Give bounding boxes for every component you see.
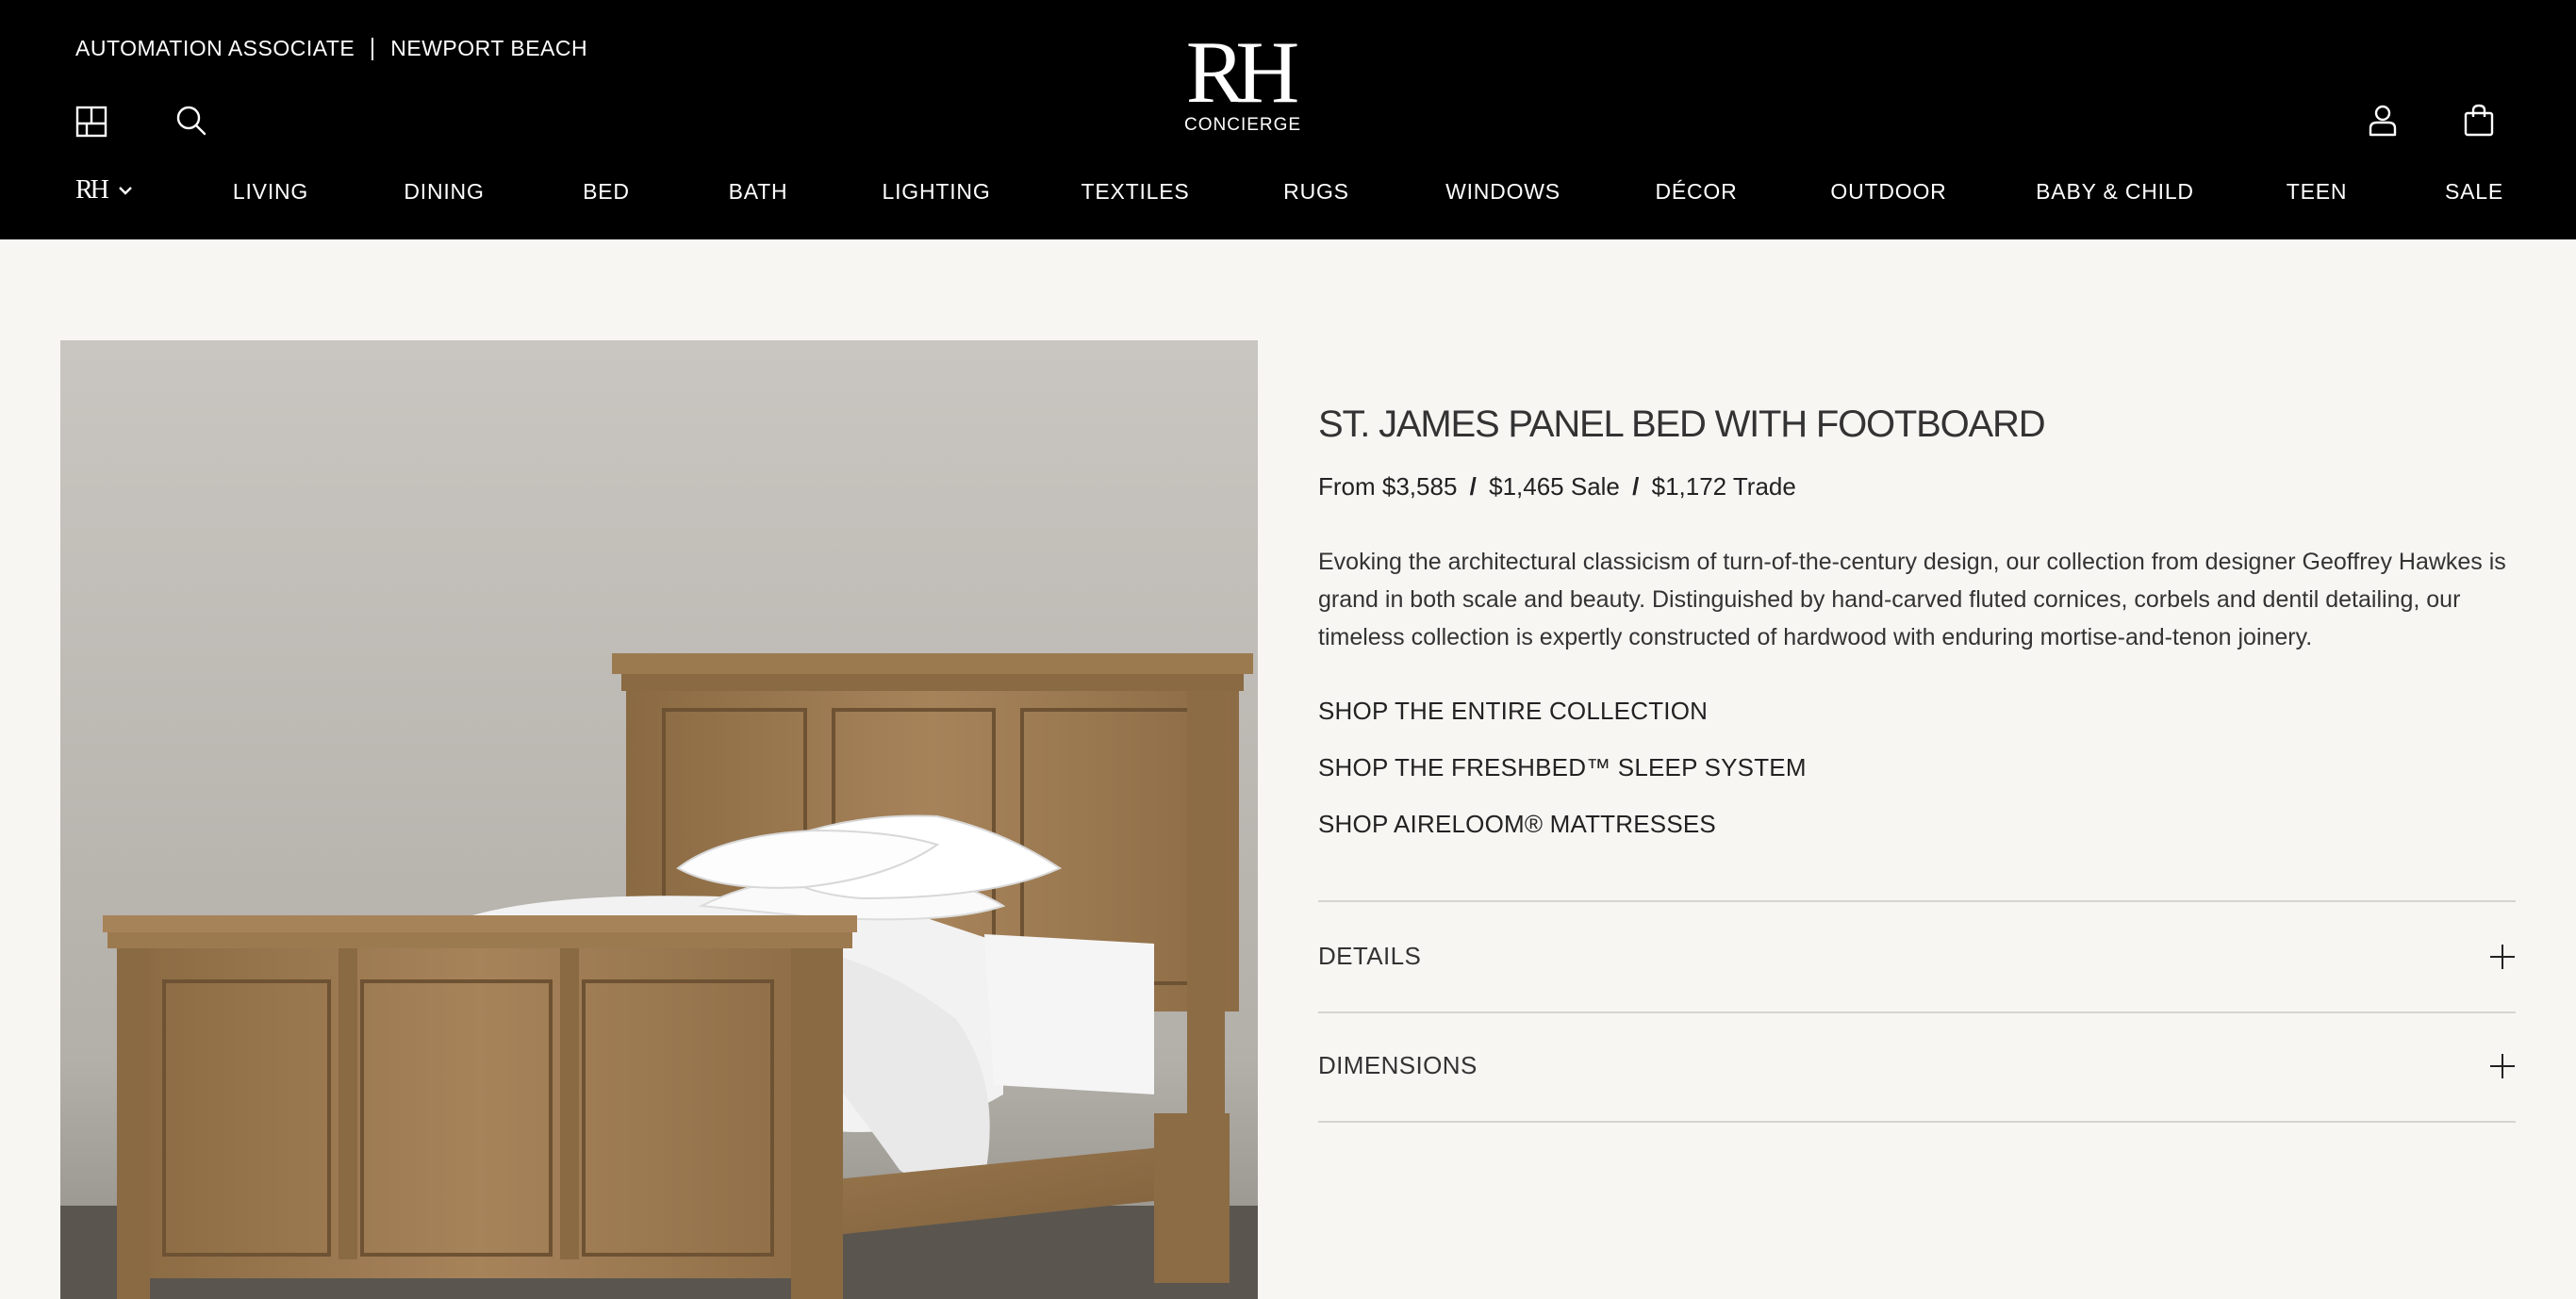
price-from: From $3,585 — [1318, 472, 1458, 501]
logo-mark: RH — [1185, 24, 1300, 122]
site-header: AUTOMATION ASSOCIATE NEWPORT BEACH RH CO… — [0, 0, 2576, 239]
shop-freshbed-link[interactable]: SHOP THE FRESHBED™ SLEEP SYSTEM — [1318, 753, 1807, 782]
nav-item-living[interactable]: LIVING — [233, 179, 308, 205]
nav-item-bed[interactable]: BED — [583, 179, 630, 205]
main-navigation: RH LIVING DINING BED BATH LIGHTING TEXTI… — [0, 175, 2576, 213]
shop-collection-link[interactable]: SHOP THE ENTIRE COLLECTION — [1318, 697, 1708, 726]
product-title: ST. JAMES PANEL BED WITH FOOTBOARD — [1318, 403, 2046, 445]
chevron-down-icon — [119, 187, 132, 195]
nav-item-windows[interactable]: WINDOWS — [1445, 179, 1560, 205]
product-image[interactable] — [60, 340, 1258, 1299]
search-icon[interactable] — [174, 104, 208, 138]
separator — [372, 37, 374, 60]
nav-item-dining[interactable]: DINING — [404, 179, 484, 205]
nav-item-outdoor[interactable]: OUTDOOR — [1830, 179, 1946, 205]
price-separator: / — [1632, 472, 1640, 501]
dimensions-accordion[interactable]: DIMENSIONS — [1318, 1011, 2516, 1123]
accordion-label-details: DETAILS — [1318, 942, 1422, 970]
logo-subtitle: CONCIERGE — [1184, 115, 1302, 135]
nav-item-lighting[interactable]: LIGHTING — [882, 179, 990, 205]
price-separator: / — [1469, 472, 1477, 501]
nav-item-teen[interactable]: TEEN — [2287, 179, 2348, 205]
shopping-bag-icon[interactable] — [2463, 104, 2495, 138]
rh-concierge-logo[interactable]: RH CONCIERGE — [1184, 28, 1302, 136]
price-sale: $1,465 Sale — [1489, 472, 1620, 501]
shop-aireloom-link[interactable]: SHOP AIRELOOM® MATTRESSES — [1318, 810, 1716, 839]
plus-icon — [2490, 945, 2515, 969]
nav-item-rugs[interactable]: RUGS — [1283, 179, 1349, 205]
nav-item-baby-child[interactable]: BABY & CHILD — [2036, 179, 2194, 205]
nav-item-decor[interactable]: DÉCOR — [1655, 179, 1737, 205]
gallery-icon[interactable] — [75, 106, 107, 138]
product-description: Evoking the architectural classicism of … — [1318, 549, 2506, 650]
details-accordion[interactable]: DETAILS — [1318, 900, 2516, 1011]
price-line: From $3,585 / $1,465 Sale / $1,172 Trade — [1318, 472, 1796, 502]
nav-item-sale[interactable]: SALE — [2445, 179, 2503, 205]
brand-switcher[interactable]: RH — [75, 175, 133, 206]
plus-icon — [2490, 1054, 2515, 1078]
panel-bed-illustration — [60, 340, 1258, 1299]
price-trade: $1,172 Trade — [1651, 472, 1796, 501]
accordion-label-dimensions: DIMENSIONS — [1318, 1051, 1478, 1079]
account-icon[interactable] — [2367, 104, 2399, 138]
associate-name[interactable]: AUTOMATION ASSOCIATE — [75, 36, 355, 61]
nav-item-textiles[interactable]: TEXTILES — [1081, 179, 1189, 205]
associate-bar: AUTOMATION ASSOCIATE NEWPORT BEACH — [75, 36, 587, 61]
brand-mini-logo: RH — [75, 175, 109, 205]
nav-item-bath[interactable]: BATH — [729, 179, 788, 205]
store-location[interactable]: NEWPORT BEACH — [390, 36, 587, 61]
